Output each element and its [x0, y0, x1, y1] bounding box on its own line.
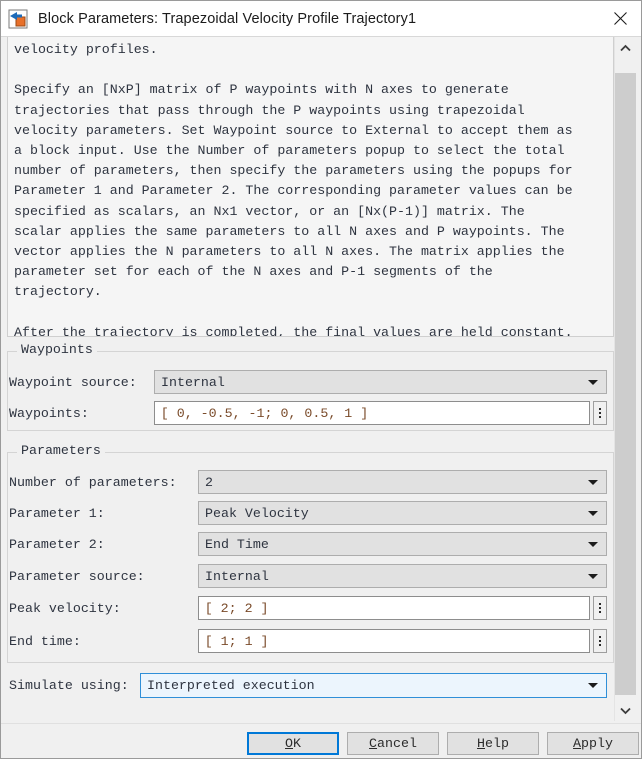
parameter-1-value: Peak Velocity	[205, 505, 309, 521]
end-time-label: End time:	[9, 633, 81, 649]
parameter-source-value: Internal	[205, 568, 269, 584]
vertical-scrollbar[interactable]	[614, 37, 636, 721]
number-of-parameters-value: 2	[205, 474, 213, 490]
row-end-time: End time: [ 1; 1 ]	[9, 629, 608, 653]
row-parameter-2: Parameter 2: End Time	[9, 532, 607, 556]
help-button-suffix: elp	[485, 736, 509, 751]
chevron-down-icon	[588, 511, 598, 516]
waypoint-source-value: Internal	[161, 374, 225, 390]
waypoint-source-label: Waypoint source:	[9, 374, 137, 390]
end-time-more-button[interactable]	[593, 629, 608, 653]
waypoints-value: [ 0, -0.5, -1; 0, 0.5, 1 ]	[160, 405, 369, 421]
window-title: Block Parameters: Trapezoidal Velocity P…	[38, 10, 417, 27]
waypoints-input[interactable]: [ 0, -0.5, -1; 0, 0.5, 1 ]	[153, 401, 591, 425]
chevron-down-icon	[588, 542, 598, 547]
dot-icon	[599, 603, 602, 605]
parameter-source-label: Parameter source:	[9, 568, 145, 584]
parameter-2-dropdown[interactable]: End Time	[198, 532, 607, 556]
dot-icon	[599, 611, 602, 613]
number-of-parameters-dropdown[interactable]: 2	[198, 470, 607, 494]
apply-button[interactable]: Apply	[547, 732, 639, 755]
peak-velocity-label: Peak velocity:	[9, 600, 121, 616]
ok-button[interactable]: OK	[247, 732, 339, 755]
peak-velocity-more-button[interactable]	[593, 596, 608, 620]
parameters-group-title: Parameters	[17, 443, 105, 458]
ok-button-suffix: K	[293, 736, 301, 751]
dot-icon	[599, 636, 602, 638]
ok-button-mnemonic: O	[285, 736, 293, 751]
close-icon[interactable]	[597, 1, 641, 35]
peak-velocity-input[interactable]: [ 2; 2 ]	[197, 596, 591, 620]
row-waypoints: Waypoints: [ 0, -0.5, -1; 0, 0.5, 1 ]	[9, 401, 607, 425]
block-description-panel: velocity profiles. Specify an [NxP] matr…	[7, 37, 614, 337]
simulate-using-label: Simulate using:	[9, 677, 129, 693]
scroll-down-icon[interactable]	[615, 699, 636, 721]
scrollbar-thumb[interactable]	[615, 73, 636, 695]
row-simulate-using: Simulate using: Interpreted execution	[9, 672, 607, 698]
row-parameter-source: Parameter source: Internal	[9, 564, 607, 588]
apply-button-suffix: pply	[581, 736, 613, 751]
scroll-up-icon[interactable]	[615, 37, 636, 59]
number-of-parameters-label: Number of parameters:	[9, 474, 177, 490]
row-number-of-parameters: Number of parameters: 2	[9, 470, 607, 494]
waypoint-source-dropdown[interactable]: Internal	[154, 370, 607, 394]
end-time-value: [ 1; 1 ]	[204, 633, 269, 649]
dot-icon	[599, 640, 602, 642]
help-button-mnemonic: H	[477, 736, 486, 751]
parameter-1-dropdown[interactable]: Peak Velocity	[198, 501, 607, 525]
row-waypoint-source: Waypoint source: Internal	[9, 370, 607, 394]
dialog-footer: OK Cancel Help Apply	[1, 723, 641, 758]
cancel-button-mnemonic: C	[369, 736, 378, 751]
waypoints-more-button[interactable]	[593, 401, 607, 425]
chevron-down-icon	[588, 480, 598, 485]
peak-velocity-value: [ 2; 2 ]	[204, 600, 269, 616]
parameter-2-value: End Time	[205, 536, 269, 552]
end-time-input[interactable]: [ 1; 1 ]	[197, 629, 591, 653]
help-button[interactable]: Help	[447, 732, 539, 755]
cancel-button[interactable]: Cancel	[347, 732, 439, 755]
parameter-2-label: Parameter 2:	[9, 536, 105, 552]
cancel-button-suffix: ancel	[377, 736, 417, 751]
parameter-1-label: Parameter 1:	[9, 505, 105, 521]
block-parameters-dialog: Block Parameters: Trapezoidal Velocity P…	[0, 0, 642, 759]
simulate-using-value: Interpreted execution	[147, 677, 315, 693]
dot-icon	[599, 644, 602, 646]
dot-icon	[599, 412, 601, 414]
chevron-down-icon	[588, 380, 598, 385]
dot-icon	[599, 408, 601, 410]
block-description-text: velocity profiles. Specify an [NxP] matr…	[14, 42, 573, 337]
title-bar: Block Parameters: Trapezoidal Velocity P…	[1, 1, 641, 37]
simulink-block-icon	[8, 9, 28, 29]
parameter-source-dropdown[interactable]: Internal	[198, 564, 607, 588]
row-peak-velocity: Peak velocity: [ 2; 2 ]	[9, 596, 608, 620]
row-parameter-1: Parameter 1: Peak Velocity	[9, 501, 607, 525]
apply-button-mnemonic: A	[573, 736, 582, 751]
waypoints-group-title: Waypoints	[17, 342, 97, 357]
chevron-down-icon	[588, 683, 598, 688]
chevron-down-icon	[588, 574, 598, 579]
dot-icon	[599, 607, 602, 609]
dot-icon	[599, 416, 601, 418]
waypoints-label: Waypoints:	[9, 405, 89, 421]
simulate-using-dropdown[interactable]: Interpreted execution	[140, 672, 607, 698]
